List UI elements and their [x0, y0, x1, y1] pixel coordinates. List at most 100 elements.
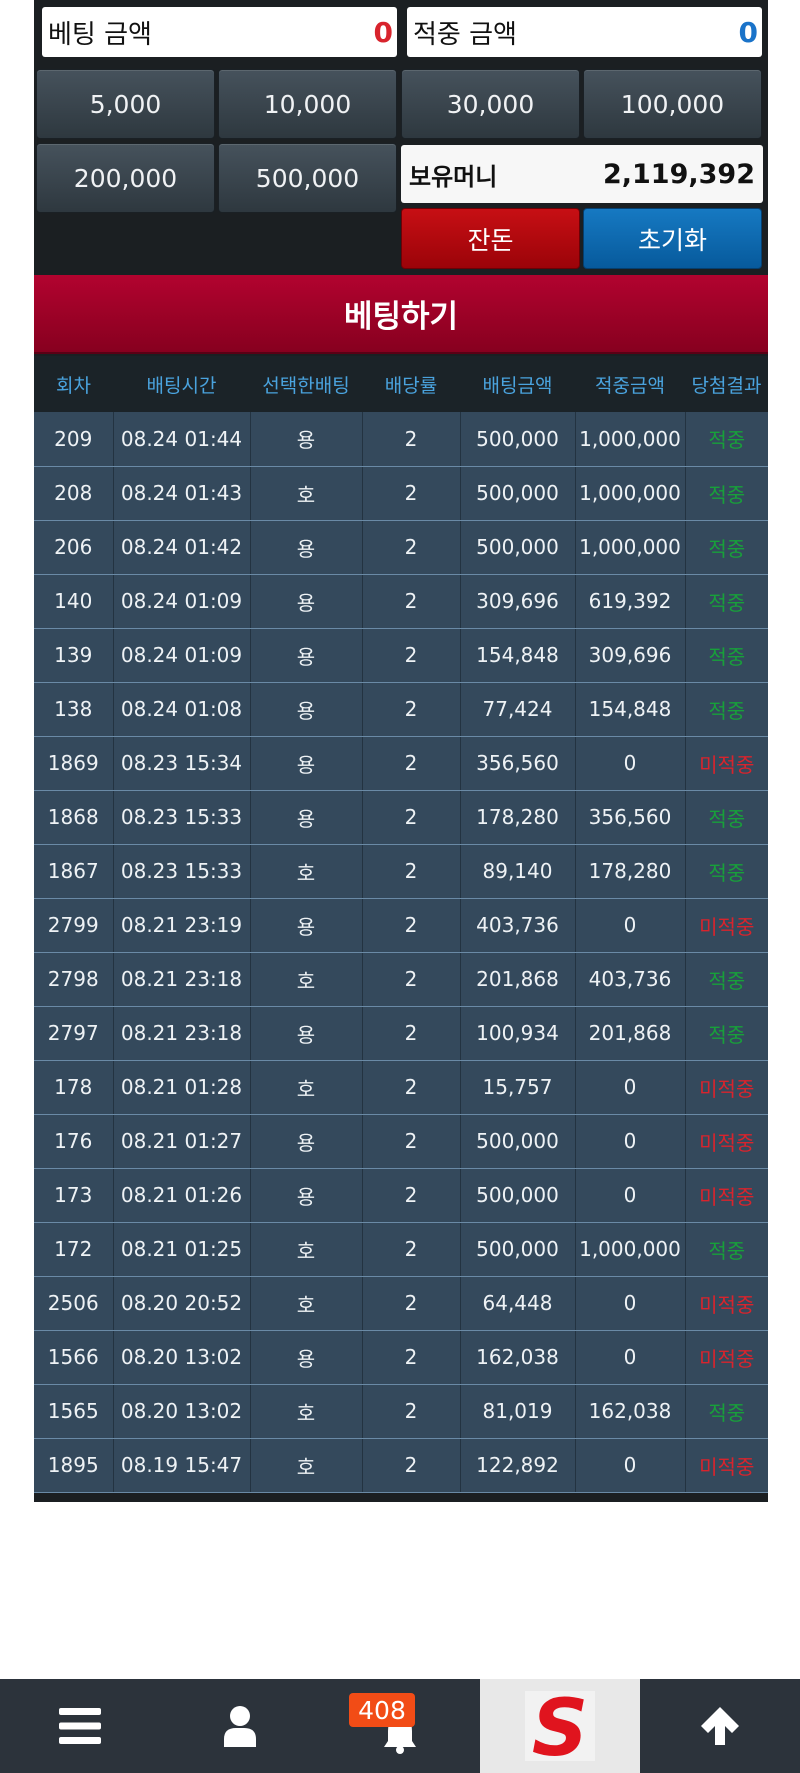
round-cell: 176: [34, 1114, 114, 1169]
round-cell: 1566: [34, 1330, 114, 1385]
logo-letter: S: [532, 1689, 588, 1763]
bet-time-cell: 08.20 13:02: [113, 1330, 251, 1385]
balance-box: 보유머니 2,119,392: [401, 145, 763, 203]
round-cell: 2799: [34, 898, 114, 953]
round-cell: 209: [34, 412, 114, 467]
scroll-top-button[interactable]: [640, 1679, 800, 1773]
table-row: 176 08.21 01:27 용 2 500,000 0 미적중: [34, 1114, 768, 1169]
table-row: 172 08.21 01:25 호 2 500,000 1,000,000 적중: [34, 1222, 768, 1277]
round-cell: 206: [34, 520, 114, 575]
win-amount-value: 0: [738, 15, 758, 49]
bet-amount-cell: 81,019: [460, 1384, 576, 1439]
selection-cell: 용: [250, 1114, 363, 1169]
odds-cell: 2: [362, 1114, 461, 1169]
round-cell: 140: [34, 574, 114, 629]
reset-button[interactable]: 초기화: [583, 208, 762, 269]
hamburger-menu-icon: [59, 1708, 101, 1744]
win-amount-cell: 0: [575, 736, 686, 791]
odds-cell: 2: [362, 412, 461, 467]
round-cell: 172: [34, 1222, 114, 1277]
selection-cell: 용: [250, 682, 363, 737]
chip-30000-button[interactable]: 30,000: [401, 69, 580, 139]
selection-cell: 호: [250, 1384, 363, 1439]
chip-200000-button[interactable]: 200,000: [36, 143, 215, 213]
bet-time-cell: 08.24 01:42: [113, 520, 251, 575]
odds-cell: 2: [362, 574, 461, 629]
result-cell: 미적중: [685, 1438, 768, 1493]
bet-amount-cell: 178,280: [460, 790, 576, 845]
table-row: 178 08.21 01:28 호 2 15,757 0 미적중: [34, 1060, 768, 1115]
table-row: 138 08.24 01:08 용 2 77,424 154,848 적중: [34, 682, 768, 737]
bet-time-cell: 08.24 01:09: [113, 628, 251, 683]
result-cell: 적중: [685, 682, 768, 737]
round-cell: 173: [34, 1168, 114, 1223]
win-amount-cell: 1,000,000: [575, 466, 686, 521]
home-logo-button[interactable]: S: [480, 1679, 640, 1773]
table-row: 2506 08.20 20:52 호 2 64,448 0 미적중: [34, 1276, 768, 1331]
bet-amount-cell: 500,000: [460, 466, 576, 521]
table-header-row: 회차 배팅시간 선택한배팅 배당률 배팅금액 적중금액 당첨결과: [34, 356, 768, 412]
odds-cell: 2: [362, 520, 461, 575]
profile-button[interactable]: [160, 1679, 320, 1773]
bet-amount-cell: 500,000: [460, 412, 576, 467]
change-button[interactable]: 잔돈: [401, 208, 580, 269]
selection-cell: 용: [250, 1330, 363, 1385]
round-cell: 138: [34, 682, 114, 737]
win-amount-cell: 1,000,000: [575, 1222, 686, 1277]
bet-amount-label: 베팅 금액: [48, 19, 152, 50]
result-cell: 미적중: [685, 1114, 768, 1169]
user-icon: [224, 1706, 256, 1747]
bet-amount-cell: 403,736: [460, 898, 576, 953]
chip-100000-button[interactable]: 100,000: [583, 69, 762, 139]
table-row: 1867 08.23 15:33 호 2 89,140 178,280 적중: [34, 844, 768, 899]
selection-cell: 호: [250, 466, 363, 521]
result-cell: 미적중: [685, 898, 768, 953]
result-cell: 적중: [685, 412, 768, 467]
menu-button[interactable]: [0, 1679, 160, 1773]
bet-amount-cell: 500,000: [460, 1222, 576, 1277]
result-cell: 적중: [685, 628, 768, 683]
selection-cell: 용: [250, 898, 363, 953]
header-selection: 선택한배팅: [250, 356, 362, 412]
odds-cell: 2: [362, 1168, 461, 1223]
table-row: 1895 08.19 15:47 호 2 122,892 0 미적중: [34, 1438, 768, 1493]
win-amount-cell: 0: [575, 1438, 686, 1493]
bet-time-cell: 08.24 01:09: [113, 574, 251, 629]
bet-time-cell: 08.20 13:02: [113, 1384, 251, 1439]
selection-cell: 용: [250, 412, 363, 467]
win-amount-cell: 0: [575, 898, 686, 953]
odds-cell: 2: [362, 682, 461, 737]
balance-label: 보유머니: [409, 162, 498, 191]
chip-5000-button[interactable]: 5,000: [36, 69, 215, 139]
chip-500000-button[interactable]: 500,000: [218, 143, 397, 213]
selection-cell: 호: [250, 1438, 363, 1493]
header-result: 당첨결과: [685, 356, 768, 412]
result-cell: 미적중: [685, 1330, 768, 1385]
table-row: 139 08.24 01:09 용 2 154,848 309,696 적중: [34, 628, 768, 683]
table-row: 2799 08.21 23:19 용 2 403,736 0 미적중: [34, 898, 768, 953]
round-cell: 2797: [34, 1006, 114, 1061]
bet-time-cell: 08.20 20:52: [113, 1276, 251, 1331]
bet-time-cell: 08.24 01:08: [113, 682, 251, 737]
header-odds: 배당률: [362, 356, 460, 412]
odds-cell: 2: [362, 1438, 461, 1493]
result-cell: 적중: [685, 466, 768, 521]
odds-cell: 2: [362, 466, 461, 521]
table-row: 173 08.21 01:26 용 2 500,000 0 미적중: [34, 1168, 768, 1223]
place-bet-button[interactable]: 베팅하기: [34, 275, 768, 354]
win-amount-cell: 1,000,000: [575, 520, 686, 575]
bet-time-cell: 08.23 15:34: [113, 736, 251, 791]
bet-time-cell: 08.24 01:44: [113, 412, 251, 467]
win-amount-label: 적중 금액: [413, 19, 517, 50]
round-cell: 139: [34, 628, 114, 683]
odds-cell: 2: [362, 1330, 461, 1385]
selection-cell: 용: [250, 1006, 363, 1061]
bet-time-cell: 08.19 15:47: [113, 1438, 251, 1493]
selection-cell: 용: [250, 520, 363, 575]
round-cell: 2506: [34, 1276, 114, 1331]
win-amount-cell: 403,736: [575, 952, 686, 1007]
win-amount-cell: 0: [575, 1168, 686, 1223]
table-row: 2797 08.21 23:18 용 2 100,934 201,868 적중: [34, 1006, 768, 1061]
table-row: 208 08.24 01:43 호 2 500,000 1,000,000 적중: [34, 466, 768, 521]
chip-10000-button[interactable]: 10,000: [218, 69, 397, 139]
